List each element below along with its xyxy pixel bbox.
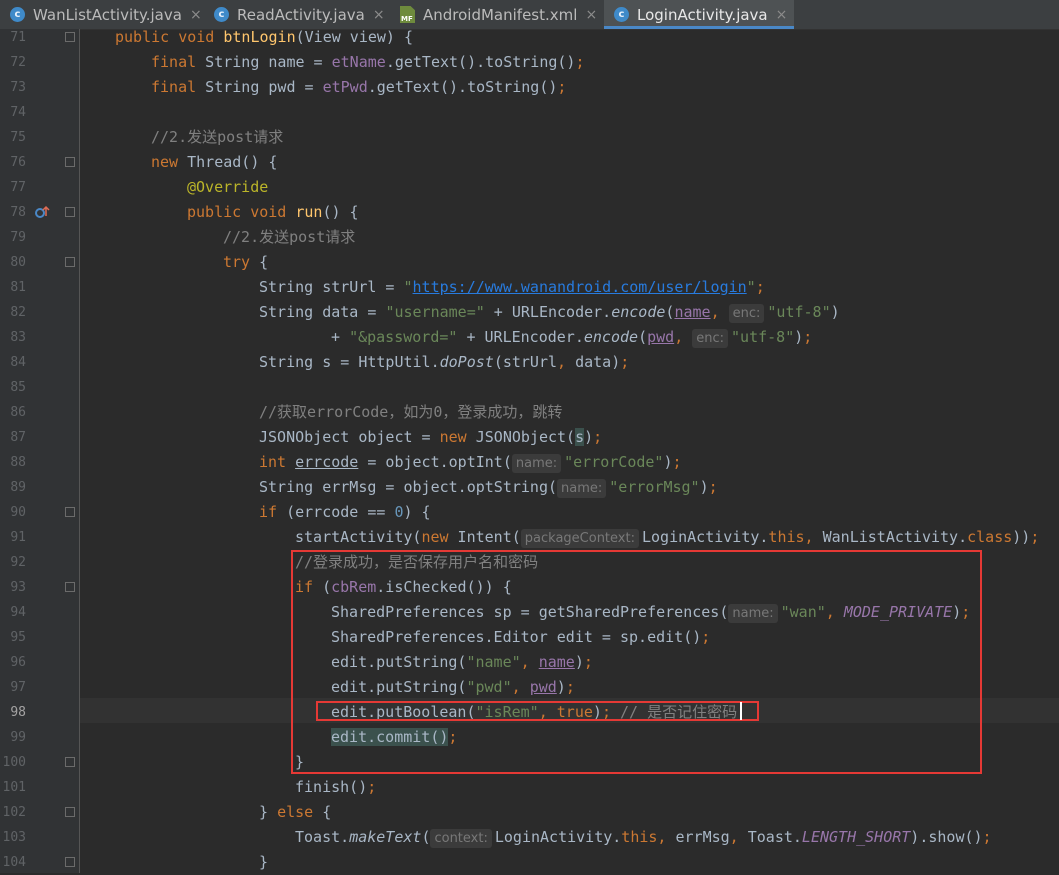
line-number: 100 — [2, 755, 26, 770]
java-class-icon: c — [10, 7, 25, 22]
line-number: 103 — [2, 830, 26, 845]
fold-marker[interactable] — [65, 807, 75, 817]
param-hint: enc: — [692, 329, 729, 348]
code-line-79: //2.发送post请求 — [223, 228, 356, 246]
line-number: 74 — [10, 105, 26, 120]
line-number: 89 — [10, 480, 26, 495]
close-icon[interactable]: × — [776, 7, 788, 23]
tab-label: LoginActivity.java — [637, 5, 768, 24]
tab-label: ReadActivity.java — [237, 5, 365, 24]
line-number: 72 — [10, 55, 26, 70]
line-number: 81 — [10, 280, 26, 295]
fold-marker[interactable] — [65, 157, 75, 167]
line-number: 99 — [10, 730, 26, 745]
fold-marker[interactable] — [65, 207, 75, 217]
code-line-91: startActivity(new Intent(packageContext:… — [295, 528, 1040, 548]
line-number: 75 — [10, 130, 26, 145]
code-line-81: String strUrl = "https://www.wanandroid.… — [259, 278, 765, 296]
tab-label: AndroidManifest.xml — [423, 5, 578, 24]
fold-marker[interactable] — [65, 257, 75, 267]
line-number: 79 — [10, 230, 26, 245]
param-hint: name: — [511, 454, 562, 473]
close-icon[interactable]: × — [373, 7, 385, 23]
line-number: 90 — [10, 505, 26, 520]
line-number: 73 — [10, 80, 26, 95]
tab-androidmanifest[interactable]: MF AndroidManifest.xml × — [390, 0, 604, 29]
line-number: 87 — [10, 430, 26, 445]
code-line-89: String errMsg = object.optString(name: "e… — [259, 478, 718, 498]
line-number: 97 — [10, 680, 26, 695]
code-line-78: public void run() { — [187, 203, 359, 221]
code-line-100: } — [295, 753, 305, 771]
code-line-82: String data = "username=" + URLEncoder.e… — [259, 303, 840, 323]
code-line-101: finish(); — [295, 778, 377, 796]
code-line-71: public void btnLogin(View view) { — [115, 28, 414, 46]
overriding-method-icon[interactable] — [34, 204, 50, 220]
code-line-73: final String pwd = etPwd.getText().toStr… — [151, 78, 567, 96]
line-number: 86 — [10, 405, 26, 420]
fold-marker[interactable] — [65, 582, 75, 592]
fold-marker[interactable] — [65, 757, 75, 767]
code-line-102: } else { — [259, 803, 332, 821]
line-number: 76 — [10, 155, 26, 170]
code-editor[interactable]: 71 72 73 74 75 76 77 78 79 80 81 82 83 8… — [0, 28, 1059, 873]
code-line-80: try { — [223, 253, 269, 271]
param-hint: context: — [430, 829, 492, 848]
java-class-icon: c — [614, 7, 629, 22]
line-number: 92 — [10, 555, 26, 570]
line-number: 83 — [10, 330, 26, 345]
manifest-icon-label: MF — [401, 15, 413, 23]
param-hint: packageContext: — [520, 529, 639, 548]
fold-marker[interactable] — [65, 32, 75, 42]
code-line-103: Toast.makeText(context: LoginActivity.thi… — [295, 828, 992, 848]
text-caret — [740, 702, 742, 720]
line-number: 96 — [10, 655, 26, 670]
code-line-83: + "&password=" + URLEncoder.encode(pwd, … — [331, 328, 813, 348]
code-line-86: //获取errorCode，如为0，登录成功，跳转 — [259, 403, 563, 421]
line-number: 71 — [10, 30, 26, 45]
line-number: 78 — [10, 205, 26, 220]
line-number: 85 — [10, 380, 26, 395]
close-icon[interactable]: × — [190, 7, 202, 23]
line-number: 104 — [2, 855, 26, 870]
line-number: 93 — [10, 580, 26, 595]
java-class-icon: c — [214, 7, 229, 22]
line-number: 101 — [2, 780, 26, 795]
code-line-72: final String name = etName.getText().toS… — [151, 53, 585, 71]
code-line-90: if (errcode == 0) { — [259, 503, 431, 521]
code-line-76: new Thread() { — [151, 153, 278, 171]
code-line-77: @Override — [187, 178, 269, 196]
line-number: 102 — [2, 805, 26, 820]
line-number-current: 98 — [10, 705, 26, 720]
annotation-box-remember-block — [291, 550, 982, 774]
param-hint: name: — [557, 479, 607, 498]
line-number-gutter[interactable]: 71 72 73 74 75 76 77 78 79 80 81 82 83 8… — [0, 29, 80, 873]
tab-label: WanListActivity.java — [33, 5, 182, 24]
code-line-88: int errcode = object.optInt(name: "errorC… — [259, 453, 682, 473]
code-line-87: JSONObject object = new JSONObject(s); — [259, 428, 603, 446]
line-number: 80 — [10, 255, 26, 270]
line-number: 88 — [10, 455, 26, 470]
fold-marker[interactable] — [65, 857, 75, 867]
annotation-box-putboolean-line — [316, 701, 759, 721]
code-line-75: //2.发送post请求 — [151, 128, 284, 146]
line-number: 77 — [10, 180, 26, 195]
fold-marker[interactable] — [65, 507, 75, 517]
tab-loginactivity[interactable]: c LoginActivity.java × — [604, 0, 794, 29]
param-hint: enc: — [728, 304, 765, 323]
manifest-file-icon: MF — [400, 6, 415, 23]
code-line-104: } — [259, 853, 269, 871]
line-number: 94 — [10, 605, 26, 620]
line-number: 82 — [10, 305, 26, 320]
close-icon[interactable]: × — [585, 7, 597, 23]
code-line-84: String s = HttpUtil.doPost(strUrl, data)… — [259, 353, 630, 371]
line-number: 91 — [10, 530, 26, 545]
line-number: 95 — [10, 630, 26, 645]
line-number: 84 — [10, 355, 26, 370]
